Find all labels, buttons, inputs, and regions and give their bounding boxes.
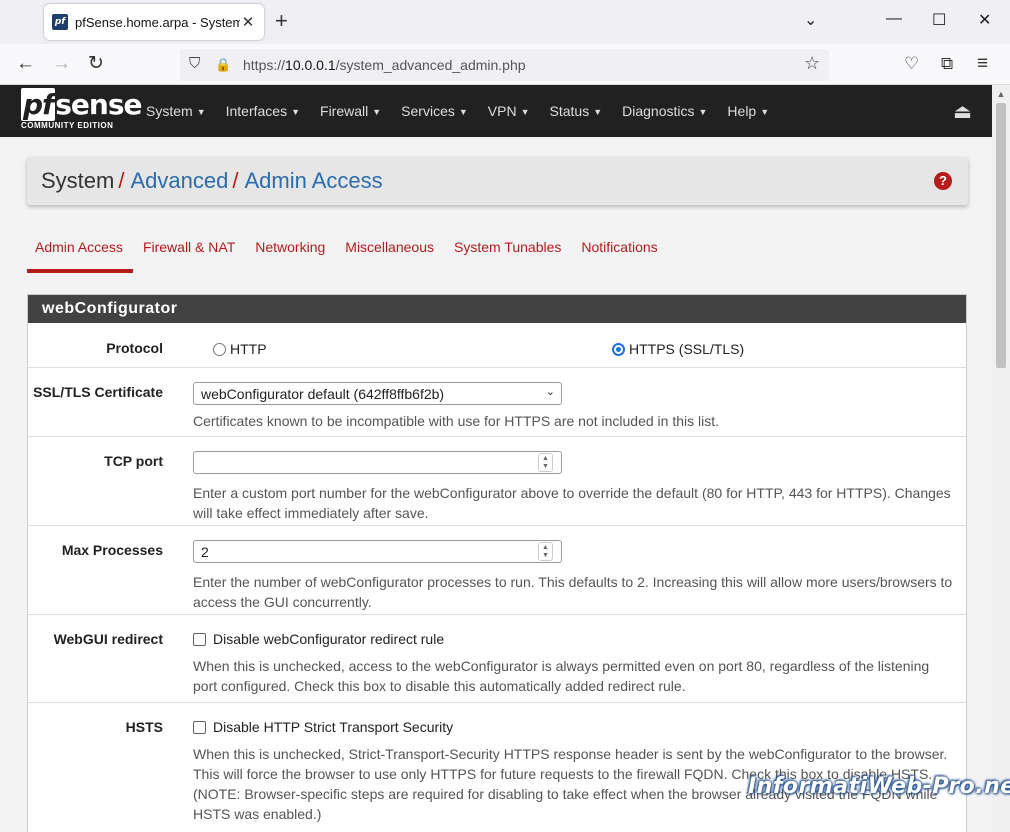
ssl-certificate-select[interactable]: webConfigurator default (642ff8ffb6f2b) ⌄ — [193, 382, 562, 405]
tcp-port-row: TCP port ▲ ▼ Enter a custom port number f… — [28, 437, 966, 526]
menu-help[interactable]: Help ▼ — [717, 85, 779, 137]
max-processes-label: Max Processes — [61, 542, 163, 558]
forward-icon[interactable]: → — [52, 53, 71, 75]
tab-firewall-nat[interactable]: Firewall & NAT — [133, 233, 245, 273]
caret-down-icon: ▼ — [698, 107, 708, 118]
tab-admin-access[interactable]: Admin Access — [27, 233, 133, 273]
pfsense-navbar: pfsense COMMUNITY EDITION System ▼ Interfa… — [0, 85, 992, 137]
caret-down-icon: ▼ — [520, 107, 530, 118]
tab-title: pfSense.home.arpa - System: Ad — [75, 14, 240, 30]
close-window-button[interactable]: ✕ — [978, 10, 991, 30]
back-icon[interactable]: ← — [16, 53, 35, 75]
shield-icon[interactable]: ⛉ — [189, 55, 200, 72]
protocol-label: Protocol — [106, 340, 163, 356]
menu-firewall[interactable]: Firewall ▼ — [310, 85, 391, 137]
max-processes-help: Enter the number of webConfigurator proc… — [193, 574, 953, 610]
webgui-redirect-checkbox[interactable]: Disable webConfigurator redirect rule — [193, 631, 444, 647]
webconfigurator-panel: webConfigurator Protocol HTTP HTTPS (SSL… — [27, 294, 967, 832]
pfsense-favicon-icon: pf — [52, 14, 68, 30]
tab-system-tunables[interactable]: System Tunables — [444, 233, 571, 273]
lock-icon[interactable]: 🔒 — [215, 57, 231, 73]
tab-close-icon[interactable]: ✕ — [240, 13, 256, 31]
main-menu: System ▼ Interfaces ▼ Firewall ▼ Services ▼ VPN ▼… — [136, 85, 779, 137]
tcp-port-help: Enter a custom port number for the webCo… — [193, 485, 951, 521]
menu-services[interactable]: Services ▼ — [391, 85, 478, 137]
ssl-certificate-label: SSL/TLS Certificate — [33, 384, 163, 400]
caret-down-icon: ▼ — [291, 107, 301, 118]
url-text[interactable]: https://10.0.0.1/system_advanced_admin.p… — [243, 57, 526, 73]
menu-system[interactable]: System ▼ — [136, 85, 216, 137]
webgui-redirect-help: When this is unchecked, access to the we… — [193, 657, 930, 694]
reload-icon[interactable]: ↻ — [88, 53, 104, 75]
breadcrumb-admin-access[interactable]: Admin Access — [244, 168, 382, 193]
browser-toolbar: ← → ↻ ⛉ 🔒 https://10.0.0.1/system_advanc… — [0, 44, 1010, 85]
address-bar[interactable]: ⛉ 🔒 https://10.0.0.1/system_advanced_adm… — [180, 49, 829, 81]
max-processes-row: Max Processes 2 ▲ ▼ Enter the number of we… — [28, 526, 966, 615]
logout-icon[interactable]: ⏏ — [953, 99, 972, 124]
webgui-redirect-label: WebGUI redirect — [53, 631, 163, 647]
logo-edition: COMMUNITY EDITION — [21, 121, 114, 130]
tab-notifications[interactable]: Notifications — [571, 233, 667, 273]
watermark-logo: InformatiWeb-Pro.net — [748, 774, 1010, 799]
browser-tab[interactable]: pf pfSense.home.arpa - System: Ad ✕ — [44, 4, 264, 40]
scroll-up-arrow-icon[interactable]: ▲ — [992, 85, 1010, 103]
caret-down-icon: ▼ — [196, 107, 206, 118]
pocket-icon[interactable]: ♡ — [904, 53, 919, 75]
protocol-http-radio[interactable]: HTTP — [213, 341, 267, 357]
help-icon[interactable]: ? — [934, 172, 952, 190]
bookmark-star-icon[interactable]: ☆ — [804, 53, 820, 74]
caret-down-icon: ▼ — [372, 107, 382, 118]
section-tabs: Admin Access Firewall & NAT Networking Misc… — [27, 233, 668, 273]
caret-down-icon: ▼ — [593, 107, 603, 118]
caret-down-icon: ▼ — [458, 107, 468, 118]
webgui-redirect-row: WebGUI redirect Disable webConfigurator … — [28, 615, 966, 703]
max-processes-input[interactable]: 2 ▲ ▼ — [193, 540, 562, 563]
pfsense-logo[interactable]: pfsense COMMUNITY EDITION — [21, 88, 142, 130]
spinner-icon[interactable]: ▲ ▼ — [538, 453, 553, 472]
extensions-icon[interactable]: ⧉ — [941, 53, 953, 75]
panel-title: webConfigurator — [28, 295, 966, 323]
tab-networking[interactable]: Networking — [245, 233, 335, 273]
new-tab-button[interactable]: + — [275, 10, 288, 32]
app-menu-icon[interactable]: ≡ — [977, 53, 988, 75]
caret-down-icon: ▼ — [760, 107, 770, 118]
tab-miscellaneous[interactable]: Miscellaneous — [335, 233, 444, 273]
vertical-scrollbar[interactable]: ▲ — [992, 85, 1010, 832]
ssl-certificate-row: SSL/TLS Certificate webConfigurator defa… — [28, 368, 966, 437]
breadcrumb-system: System — [41, 168, 115, 193]
page-content: System / Advanced / Admin Access ? Admin Acc… — [0, 137, 992, 832]
hsts-label: HSTS — [125, 719, 163, 735]
menu-diagnostics[interactable]: Diagnostics ▼ — [612, 85, 717, 137]
hsts-checkbox[interactable]: Disable HTTP Strict Transport Security — [193, 719, 453, 735]
scrollbar-thumb[interactable] — [996, 103, 1006, 368]
menu-interfaces[interactable]: Interfaces ▼ — [216, 85, 310, 137]
tcp-port-label: TCP port — [104, 453, 163, 469]
breadcrumb-advanced[interactable]: Advanced — [130, 168, 228, 193]
ssl-certificate-help: Certificates known to be incompatible wi… — [193, 413, 720, 429]
tab-list-chevron-icon[interactable]: ⌄ — [804, 10, 817, 30]
chevron-down-icon: ⌄ — [545, 386, 555, 398]
spinner-icon[interactable]: ▲ ▼ — [538, 542, 553, 561]
browser-tab-bar: pf pfSense.home.arpa - System: Ad ✕ + ⌄ … — [0, 0, 1010, 44]
tcp-port-input[interactable]: ▲ ▼ — [193, 451, 562, 474]
menu-vpn[interactable]: VPN ▼ — [478, 85, 540, 137]
protocol-row: Protocol HTTP HTTPS (SSL/TLS) — [28, 324, 966, 368]
breadcrumb: System / Advanced / Admin Access ? — [27, 157, 968, 205]
maximize-button[interactable]: ☐ — [932, 10, 946, 30]
hsts-row: HSTS Disable HTTP Strict Transport Secur… — [28, 703, 966, 832]
protocol-https-radio[interactable]: HTTPS (SSL/TLS) — [612, 341, 744, 357]
menu-status[interactable]: Status ▼ — [540, 85, 613, 137]
minimize-button[interactable]: — — [886, 10, 902, 28]
